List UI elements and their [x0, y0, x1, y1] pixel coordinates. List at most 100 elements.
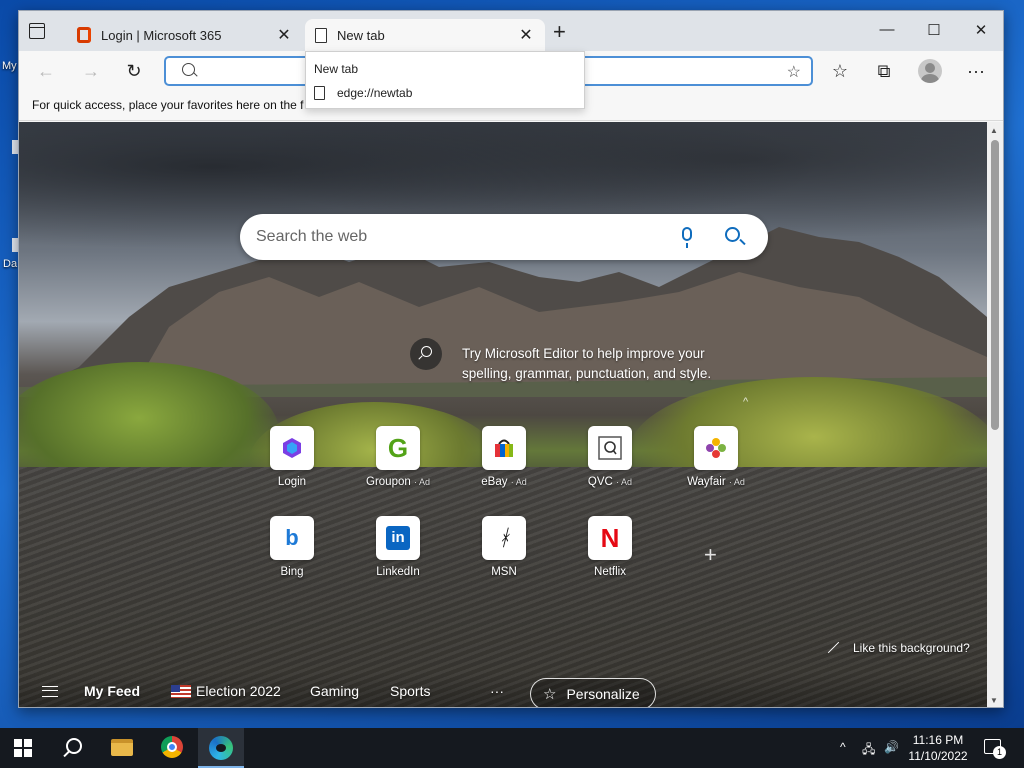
forward-button[interactable]: →: [78, 59, 104, 83]
web-search-box[interactable]: Search the web: [240, 214, 768, 260]
quick-link-linkedin[interactable]: in LinkedIn: [353, 516, 443, 578]
menu-icon[interactable]: [42, 686, 58, 697]
page-icon: [314, 86, 325, 100]
address-suggestions-dropdown: New tab edge://newtab: [305, 51, 585, 109]
like-background-text: Like this background?: [853, 641, 970, 655]
like-background-link[interactable]: Like this background?: [827, 641, 970, 655]
scroll-thumb[interactable]: [991, 140, 999, 430]
tab-login-microsoft-365[interactable]: Login | Microsoft 365 ✕: [67, 19, 303, 51]
tab-title: New tab: [337, 27, 385, 43]
tab-title: Login | Microsoft 365: [101, 27, 222, 43]
suggestion-url: edge://newtab: [337, 86, 413, 100]
chrome-icon[interactable]: [161, 736, 183, 758]
feed-tab-label: Election 2022: [196, 683, 281, 699]
personalize-button[interactable]: ☆ Personalize: [530, 678, 656, 707]
volume-icon[interactable]: 🔊: [884, 740, 899, 754]
tile-label: Groupon: [366, 476, 411, 488]
feed-tab-my-feed[interactable]: My Feed: [84, 683, 140, 699]
ad-badge: · Ad: [728, 477, 745, 487]
ebay-icon: [482, 426, 526, 470]
login-icon: [270, 426, 314, 470]
feed-tab-gaming[interactable]: Gaming: [310, 683, 359, 699]
refresh-button[interactable]: ↻: [121, 59, 147, 83]
collapse-caret-icon[interactable]: ^: [743, 396, 748, 408]
expand-icon: [827, 642, 839, 654]
tile-label: Bing: [280, 566, 304, 578]
us-flag-icon: [171, 684, 191, 698]
quick-link-msn[interactable]: ᚼ MSN: [459, 516, 549, 578]
editor-tip-text[interactable]: Try Microsoft Editor to help improve you…: [462, 344, 732, 384]
add-favorite-icon[interactable]: ☆: [787, 62, 801, 82]
close-tab-icon[interactable]: ✕: [275, 25, 293, 45]
page-icon: [315, 27, 327, 43]
feed-tab-sports[interactable]: Sports: [390, 683, 430, 699]
network-icon[interactable]: 🖧: [862, 740, 875, 761]
netflix-icon: N: [588, 516, 632, 560]
new-tab-button[interactable]: +: [553, 21, 566, 43]
wayfair-icon: [694, 426, 738, 470]
settings-menu-button[interactable]: ···: [963, 59, 989, 83]
background-dunes: [19, 467, 987, 707]
desktop-icon-label[interactable]: My: [2, 60, 17, 72]
sparkle-icon: ☆: [543, 686, 557, 703]
feed-tab-election-2022[interactable]: Election 2022: [171, 683, 281, 699]
editor-tip-icon[interactable]: [410, 338, 442, 370]
clock-date: 11/10/2022: [908, 749, 968, 763]
scroll-down-icon[interactable]: ▼: [990, 696, 998, 705]
feed-bar: My Feed Election 2022 Gaming Sports ··· …: [19, 673, 987, 707]
windows-start-icon[interactable]: [14, 739, 32, 757]
edge-icon[interactable]: [209, 736, 233, 760]
linkedin-icon: in: [376, 516, 420, 560]
quick-link-wayfair[interactable]: Wayfair · Ad: [671, 426, 761, 488]
tab-strip: Login | Microsoft 365 ✕ New tab ✕ + — ☐ …: [19, 11, 1003, 51]
tile-label: QVC: [587, 476, 613, 488]
collections-button[interactable]: ⧉: [871, 59, 897, 83]
close-window-button[interactable]: ✕: [966, 21, 996, 39]
page-scrollbar[interactable]: ▲ ▼: [987, 122, 1003, 707]
more-feed-icon[interactable]: ···: [490, 683, 504, 699]
back-button[interactable]: ←: [33, 59, 59, 83]
scroll-up-icon[interactable]: ▲: [990, 126, 998, 135]
add-shortcut-button[interactable]: +: [704, 542, 717, 568]
quick-link-login[interactable]: Login: [247, 426, 337, 488]
msn-icon: ᚼ: [482, 516, 526, 560]
suggestion-item[interactable]: edge://newtab: [314, 86, 412, 100]
quick-link-ebay[interactable]: eBay · Ad: [459, 426, 549, 488]
edge-window: Login | Microsoft 365 ✕ New tab ✕ + — ☐ …: [18, 10, 1004, 708]
groupon-icon: G: [376, 426, 420, 470]
clock-time: 11:16 PM: [912, 733, 964, 747]
tray-chevron-icon[interactable]: ^: [840, 740, 846, 754]
quick-link-bing[interactable]: b Bing: [247, 516, 337, 578]
suggestion-title[interactable]: New tab: [314, 62, 358, 76]
notification-count-badge: 1: [993, 746, 1006, 759]
tab-new-tab[interactable]: New tab ✕: [305, 19, 545, 51]
favorites-button[interactable]: ☆: [827, 59, 853, 83]
tile-label: Wayfair: [687, 476, 726, 488]
ad-badge: · Ad: [413, 477, 430, 487]
tile-label: LinkedIn: [376, 566, 420, 578]
ad-badge: · Ad: [616, 477, 633, 487]
office-icon: [77, 27, 91, 43]
tile-label: MSN: [491, 566, 517, 578]
personalize-label: Personalize: [566, 686, 640, 702]
desktop-icon-label[interactable]: Da: [3, 258, 17, 270]
quick-link-groupon[interactable]: G Groupon · Ad: [353, 426, 443, 488]
profile-avatar[interactable]: [918, 59, 942, 83]
file-explorer-icon[interactable]: [111, 739, 133, 756]
close-tab-icon[interactable]: ✕: [517, 25, 535, 45]
tab-actions-icon[interactable]: [29, 23, 45, 39]
taskbar: ^ 🖧 🔊 11:16 PM 11/10/2022 1: [0, 728, 1024, 768]
favorites-bar-hint: For quick access, place your favorites h…: [32, 98, 304, 112]
maximize-button[interactable]: ☐: [919, 21, 949, 39]
clock[interactable]: 11:16 PM 11/10/2022: [900, 732, 976, 764]
search-icon[interactable]: [725, 227, 740, 242]
microphone-icon[interactable]: [682, 227, 692, 248]
quick-link-netflix[interactable]: N Netflix: [565, 516, 655, 578]
quick-link-qvc[interactable]: QVC · Ad: [565, 426, 655, 488]
search-icon[interactable]: [63, 736, 87, 760]
tile-label: eBay: [481, 476, 508, 488]
search-placeholder: Search the web: [256, 228, 368, 245]
bing-icon: b: [270, 516, 314, 560]
tile-label: Netflix: [594, 566, 626, 578]
minimize-button[interactable]: —: [872, 21, 902, 38]
